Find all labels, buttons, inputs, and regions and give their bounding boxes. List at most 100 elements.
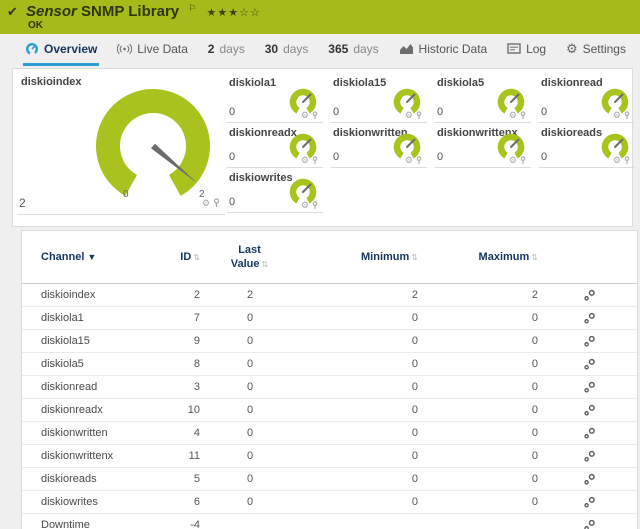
cell-channel: diskionwrittenx bbox=[22, 450, 162, 462]
small-gauge-cell[interactable]: diskionwrittenx 0 ⚙ bbox=[435, 123, 531, 168]
tab-label: days bbox=[219, 42, 244, 56]
tab-historic-data[interactable]: Historic Data bbox=[397, 34, 490, 66]
column-header-minimum[interactable]: Minimum⇅ bbox=[297, 251, 422, 263]
edit-channel-wrench-icon[interactable] bbox=[583, 450, 596, 463]
tab-bar: Overview Live Data 2 days 30 days 365 da… bbox=[0, 34, 640, 66]
tab-2-days[interactable]: 2 days bbox=[206, 34, 247, 66]
table-header-row: Channel▼ ID⇅ Last Value⇅ Minimum⇅ Maximu… bbox=[22, 231, 637, 284]
sensor-overview-page: ✔ Sensor SNMP Library ⚐ ★★★☆☆ OK Overvie… bbox=[0, 0, 640, 529]
tab-live-data[interactable]: Live Data bbox=[115, 34, 190, 66]
flag-icon[interactable]: ⚐ bbox=[188, 3, 196, 13]
column-header-last-value[interactable]: Last Value⇅ bbox=[202, 243, 297, 272]
channel-gauge-name: diskionread bbox=[541, 77, 603, 89]
cell-minimum: 0 bbox=[297, 404, 422, 416]
cell-id: 11 bbox=[162, 450, 202, 462]
cell-maximum: 0 bbox=[422, 381, 542, 393]
pin-icon[interactable] bbox=[312, 111, 318, 120]
edit-channel-wrench-icon[interactable] bbox=[583, 427, 596, 440]
channel-gauge-value: 0 bbox=[437, 151, 443, 163]
cell-id: 3 bbox=[162, 381, 202, 393]
column-header-label: Channel bbox=[41, 251, 84, 263]
gear-icon[interactable]: ⚙ bbox=[202, 199, 210, 208]
tab-label: Settings bbox=[583, 42, 626, 56]
channel-gauge-name: diskioreads bbox=[541, 127, 602, 139]
channel-gauge-value: 0 bbox=[437, 106, 443, 118]
live-data-icon bbox=[117, 42, 132, 56]
pin-icon[interactable] bbox=[520, 156, 526, 165]
small-gauge-cell[interactable]: diskiola15 0 ⚙ bbox=[331, 73, 427, 123]
edit-channel-wrench-icon[interactable] bbox=[583, 312, 596, 325]
gear-icon[interactable]: ⚙ bbox=[405, 111, 413, 120]
small-gauge-cell[interactable]: diskionread 0 ⚙ bbox=[539, 73, 635, 123]
pin-icon[interactable] bbox=[520, 111, 526, 120]
tab-number: 365 bbox=[328, 42, 348, 56]
edit-channel-wrench-icon[interactable] bbox=[583, 335, 596, 348]
gear-icon: ⚙ bbox=[566, 42, 578, 55]
status-badge: OK bbox=[28, 20, 43, 31]
pin-icon[interactable] bbox=[312, 156, 318, 165]
sensor-name: SNMP Library bbox=[81, 3, 179, 20]
pin-icon[interactable] bbox=[624, 111, 630, 120]
main-gauge[interactable] bbox=[93, 86, 213, 206]
cell-id: 6 bbox=[162, 496, 202, 508]
cell-last-value: 0 bbox=[202, 358, 297, 370]
tab-log[interactable]: Log bbox=[505, 34, 548, 66]
cell-minimum: 0 bbox=[297, 427, 422, 439]
priority-stars[interactable]: ★★★☆☆ bbox=[207, 7, 261, 19]
small-gauge-cell[interactable]: diskiola5 0 ⚙ bbox=[435, 73, 531, 123]
small-gauge-cell[interactable]: diskionreadx 0 ⚙ bbox=[227, 123, 323, 168]
tab-label: days bbox=[353, 42, 378, 56]
edit-channel-wrench-icon[interactable] bbox=[583, 473, 596, 486]
pin-icon[interactable] bbox=[624, 156, 630, 165]
gauges-panel: diskioindex 0 2 2 ⚙ diskiola1 0 ⚙ bbox=[12, 68, 633, 227]
small-gauge-cell[interactable]: diskiowrites 0 ⚙ bbox=[227, 168, 323, 213]
gear-icon[interactable]: ⚙ bbox=[301, 201, 309, 210]
column-header-label: Value bbox=[231, 258, 260, 270]
page-title: Sensor SNMP Library ⚐ ★★★☆☆ bbox=[26, 3, 261, 20]
gear-icon[interactable]: ⚙ bbox=[301, 156, 309, 165]
edit-channel-wrench-icon[interactable] bbox=[583, 289, 596, 302]
edit-channel-wrench-icon[interactable] bbox=[583, 404, 596, 417]
column-header-maximum[interactable]: Maximum⇅ bbox=[422, 251, 542, 263]
sort-icon: ⇅ bbox=[262, 260, 269, 269]
cell-minimum: 2 bbox=[297, 289, 422, 301]
cell-minimum: 0 bbox=[297, 358, 422, 370]
historic-data-icon bbox=[399, 43, 414, 55]
edit-channel-wrench-icon[interactable] bbox=[583, 381, 596, 394]
tab-label: Live Data bbox=[137, 42, 188, 56]
pin-icon[interactable] bbox=[312, 201, 318, 210]
edit-channel-wrench-icon[interactable] bbox=[583, 519, 596, 529]
cell-channel: diskioindex bbox=[22, 289, 162, 301]
tab-overview[interactable]: Overview bbox=[23, 34, 99, 66]
gear-icon[interactable]: ⚙ bbox=[301, 111, 309, 120]
small-gauge-cell[interactable]: diskioreads 0 ⚙ bbox=[539, 123, 635, 168]
small-gauge-cell[interactable]: diskiola1 0 ⚙ bbox=[227, 73, 323, 123]
pin-icon[interactable] bbox=[416, 111, 422, 120]
tab-365-days[interactable]: 365 days bbox=[326, 34, 380, 66]
column-header-id[interactable]: ID⇅ bbox=[162, 251, 202, 263]
edit-channel-wrench-icon[interactable] bbox=[583, 358, 596, 371]
small-gauge-cell[interactable]: diskionwritten 0 ⚙ bbox=[331, 123, 427, 168]
channel-gauge-name: diskiola15 bbox=[333, 77, 386, 89]
tab-30-days[interactable]: 30 days bbox=[263, 34, 311, 66]
cell-last-value: 0 bbox=[202, 450, 297, 462]
table-row: diskiola1 7 0 0 0 bbox=[22, 307, 637, 330]
gear-icon[interactable]: ⚙ bbox=[509, 111, 517, 120]
gear-icon[interactable]: ⚙ bbox=[405, 156, 413, 165]
gear-icon[interactable]: ⚙ bbox=[509, 156, 517, 165]
cell-maximum: 0 bbox=[422, 473, 542, 485]
cell-maximum: 0 bbox=[422, 404, 542, 416]
pin-icon[interactable] bbox=[213, 198, 220, 208]
edit-channel-wrench-icon[interactable] bbox=[583, 496, 596, 509]
channel-gauge-name: diskiola5 bbox=[437, 77, 484, 89]
column-header-channel[interactable]: Channel▼ bbox=[22, 251, 162, 263]
cell-channel: diskioreads bbox=[22, 473, 162, 485]
tab-settings[interactable]: ⚙ Settings bbox=[564, 34, 628, 66]
cell-id: 8 bbox=[162, 358, 202, 370]
gear-icon[interactable]: ⚙ bbox=[613, 156, 621, 165]
pin-icon[interactable] bbox=[416, 156, 422, 165]
table-row: diskionwritten 4 0 0 0 bbox=[22, 422, 637, 445]
gear-icon[interactable]: ⚙ bbox=[613, 111, 621, 120]
table-row: diskionread 3 0 0 0 bbox=[22, 376, 637, 399]
cell-id: 4 bbox=[162, 427, 202, 439]
